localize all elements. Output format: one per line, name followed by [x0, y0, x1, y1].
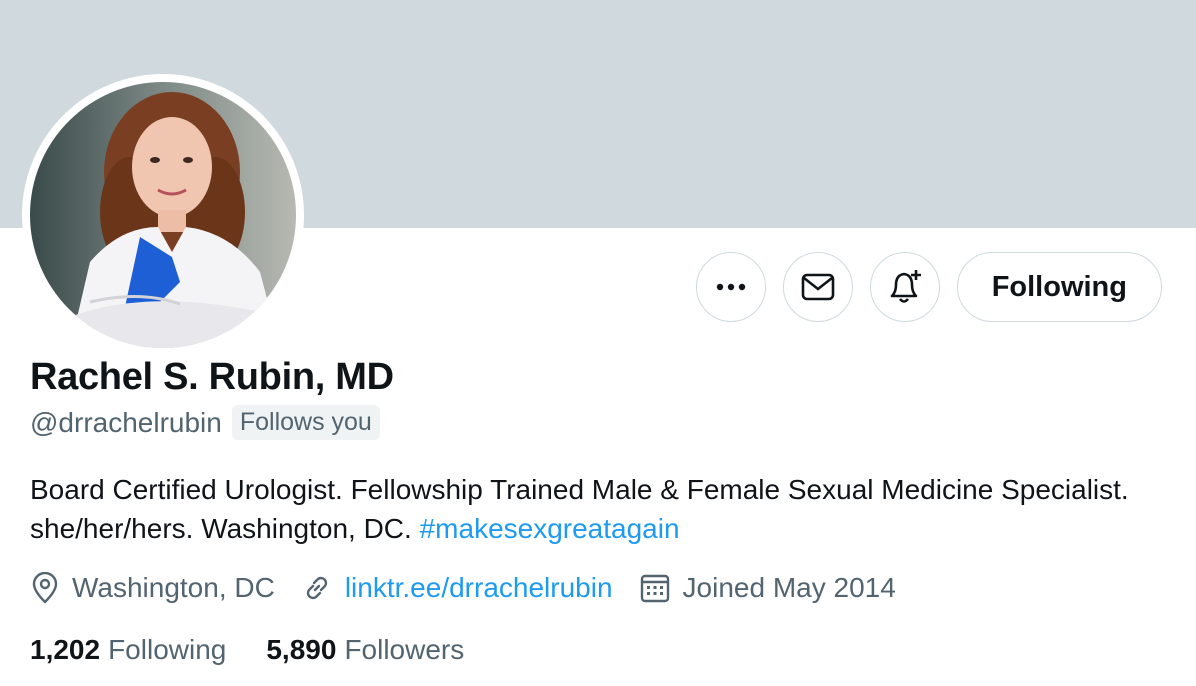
handle: @drrachelrubin — [30, 406, 222, 438]
location-item: Washington, DC — [30, 572, 275, 604]
website-item: linktr.ee/drrachelrubin — [301, 572, 613, 604]
profile-meta: Washington, DC linktr.ee/drrachelrubin J… — [30, 572, 922, 604]
link-icon — [306, 576, 328, 600]
bell-plus-icon — [890, 270, 921, 303]
profile-actions: Following — [695, 252, 1162, 322]
more-icon — [716, 283, 745, 291]
location-pin-icon — [32, 572, 58, 604]
more-button[interactable] — [695, 252, 766, 322]
follow-stats: 1,202 Following 5,890 Followers — [30, 634, 504, 666]
following-count: 1,202 — [30, 634, 101, 665]
followers-stat-link[interactable]: 5,890 Followers — [266, 634, 464, 666]
follows-you-badge: Follows you — [231, 405, 380, 440]
message-button[interactable] — [782, 252, 853, 322]
profile-page: Following Rachel S. Rubin, MD @drrachelr… — [0, 0, 1196, 686]
location-text: Washington, DC — [72, 572, 275, 603]
following-stat-link[interactable]: 1,202 Following — [30, 634, 226, 666]
joined-item: Joined May 2014 — [639, 572, 896, 604]
followers-label: Followers — [344, 634, 465, 665]
following-label: Following — [108, 634, 227, 665]
bio-hashtag-link[interactable]: #makesexgreatagain — [420, 513, 680, 544]
bio: Board Certified Urologist. Fellowship Tr… — [30, 470, 1130, 548]
handle-row: @drrachelrubin Follows you — [30, 405, 380, 440]
following-button[interactable]: Following — [956, 252, 1162, 322]
avatar[interactable] — [22, 74, 304, 356]
notifications-button[interactable] — [869, 252, 940, 322]
followers-count: 5,890 — [266, 634, 337, 665]
envelope-icon — [801, 273, 834, 301]
joined-text: Joined May 2014 — [682, 572, 896, 603]
calendar-icon — [640, 574, 669, 603]
profile-photo — [30, 82, 296, 348]
website-link[interactable]: linktr.ee/drrachelrubin — [345, 572, 613, 604]
display-name: Rachel S. Rubin, MD — [30, 356, 394, 398]
